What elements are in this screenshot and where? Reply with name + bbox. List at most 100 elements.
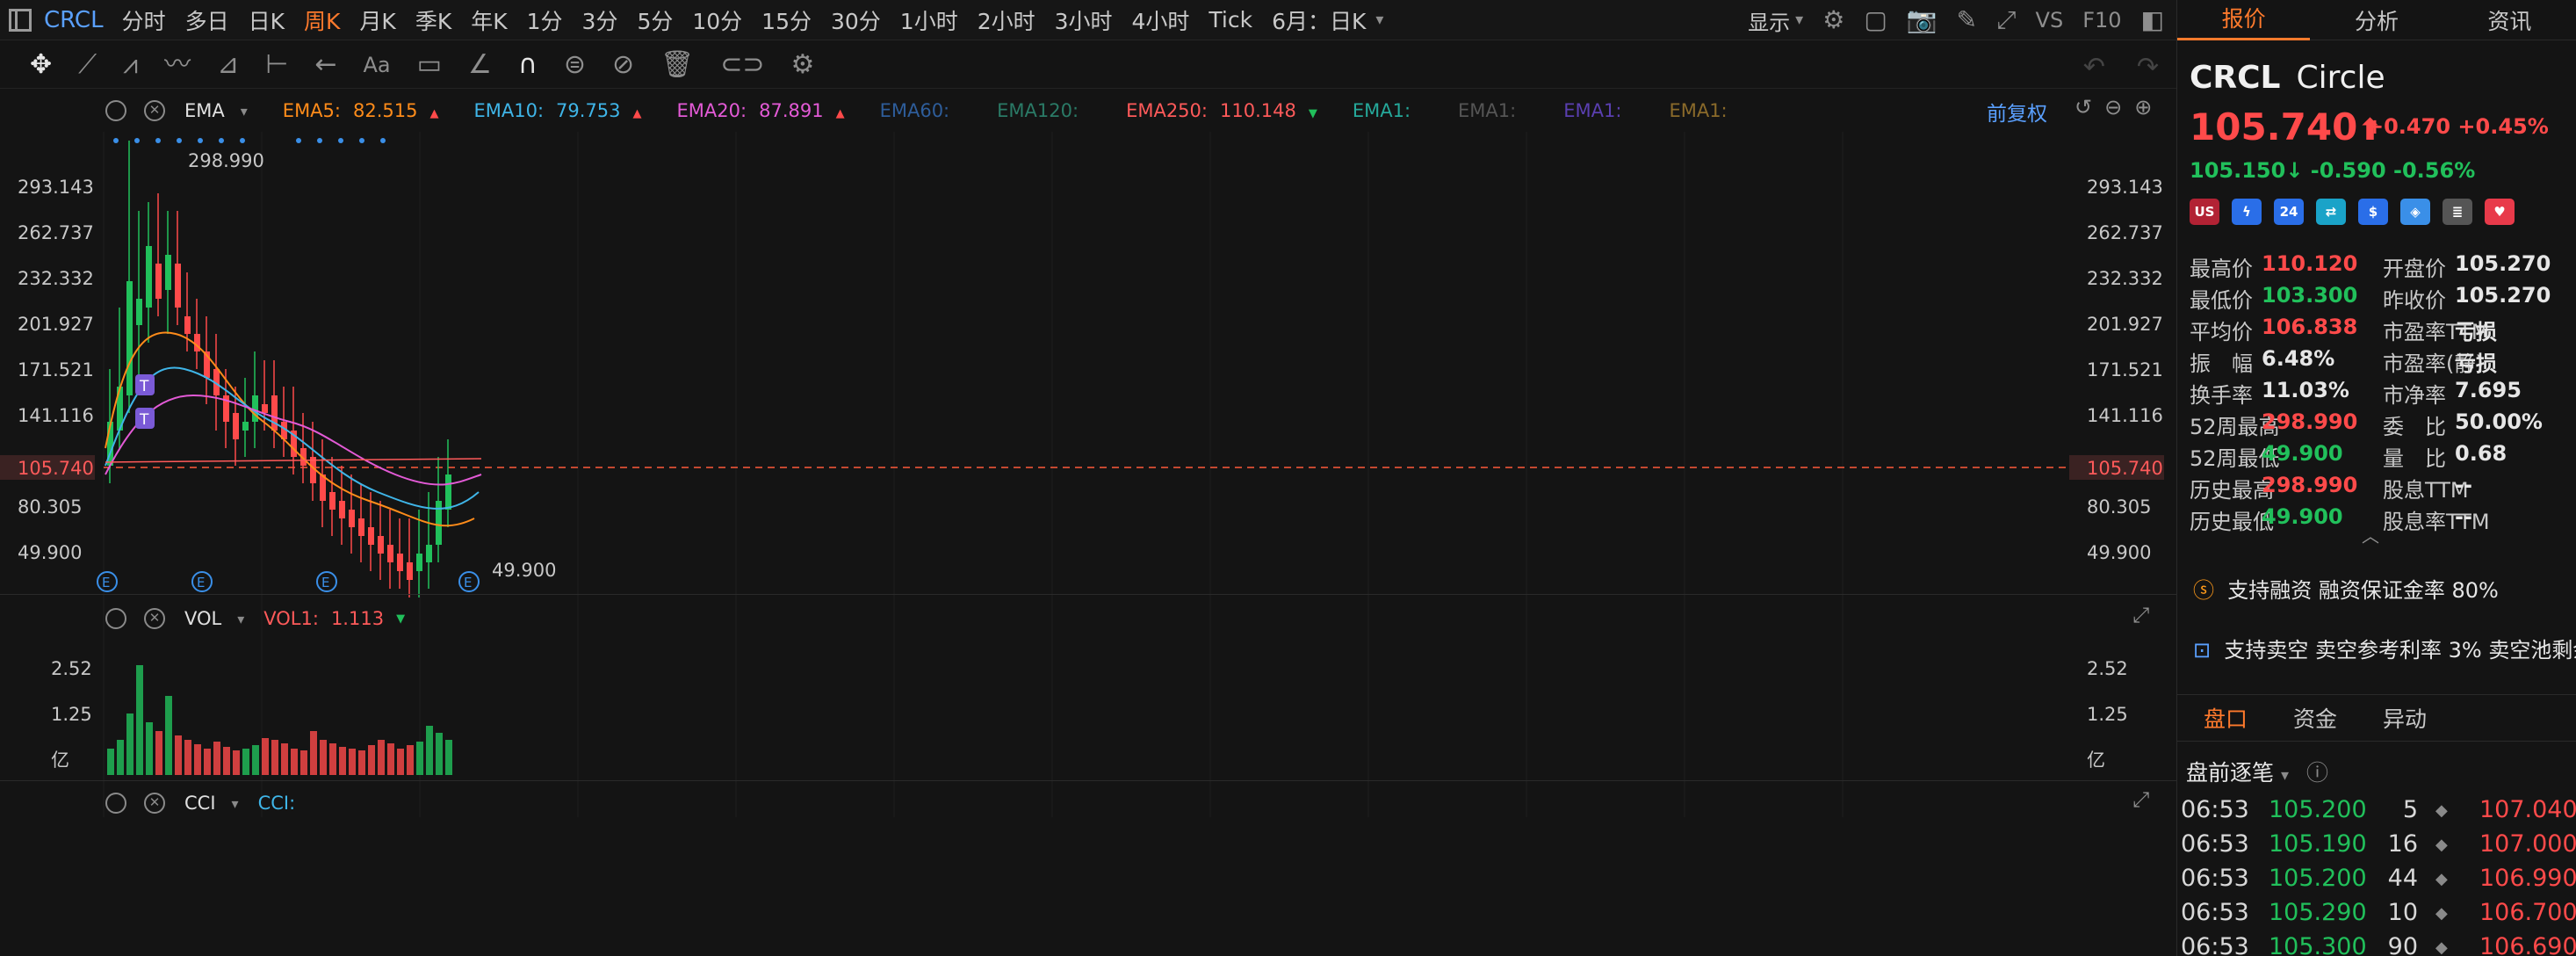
zoom-out-icon[interactable]: ⊖ bbox=[2104, 97, 2122, 118]
vs-compare-button[interactable]: VS bbox=[2036, 8, 2064, 33]
hide-icon[interactable]: ⊘ bbox=[612, 51, 634, 78]
period-5m[interactable]: 5分 bbox=[637, 4, 673, 36]
candlestick-chart[interactable]: 293.143 293.143 262.737 262.737 232.332 232.3… bbox=[0, 132, 2176, 817]
price-axis-label: 262.737 bbox=[2087, 222, 2163, 243]
layout-toggle-icon[interactable] bbox=[9, 8, 32, 32]
undo-icon[interactable]: ↶ bbox=[2083, 52, 2105, 83]
chevron-down-icon[interactable]: ▾ bbox=[237, 611, 244, 627]
expand-pane-icon[interactable]: ⤢ bbox=[2132, 789, 2149, 810]
24h-icon[interactable]: 24 bbox=[2274, 199, 2304, 225]
vol-settings-icon[interactable] bbox=[105, 608, 126, 629]
event-dot bbox=[317, 138, 322, 143]
f10-button[interactable]: F10 bbox=[2082, 8, 2121, 33]
info-icon[interactable]: ⓘ bbox=[2306, 760, 2328, 786]
volume-axis-label: 亿 bbox=[2087, 750, 2105, 771]
tab-analysis[interactable]: 分析 bbox=[2310, 4, 2443, 36]
period-1h[interactable]: 1小时 bbox=[900, 4, 958, 36]
period-30m[interactable]: 30分 bbox=[831, 4, 881, 36]
measure-tool-icon[interactable]: ⊢ bbox=[265, 51, 288, 78]
period-monthly[interactable]: 月K bbox=[359, 4, 395, 36]
indicator-close-icon[interactable]: ✕ bbox=[144, 100, 165, 121]
reset-icon[interactable]: ↺ bbox=[2075, 97, 2092, 118]
fullscreen-icon[interactable]: ⤢ bbox=[1996, 8, 2016, 33]
tab-funds[interactable]: 资金 bbox=[2293, 702, 2337, 734]
camera-icon[interactable]: 📷 bbox=[1907, 8, 1937, 33]
stat-label: 振 幅 bbox=[2190, 351, 2253, 376]
vol-close-icon[interactable]: ✕ bbox=[144, 608, 165, 629]
display-menu[interactable]: 显示 bbox=[1748, 5, 1790, 36]
ema-label: EMA120: bbox=[997, 100, 1079, 121]
indicator-name[interactable]: EMA bbox=[184, 100, 225, 121]
chevron-down-icon[interactable]: ▾ bbox=[1795, 12, 1803, 28]
chevron-down-icon[interactable]: ▾ bbox=[232, 795, 239, 812]
period-1m[interactable]: 1分 bbox=[527, 4, 563, 36]
indicator-settings-icon[interactable] bbox=[105, 100, 126, 121]
document-icon[interactable]: ≣ bbox=[2443, 199, 2472, 225]
comment-tool-icon[interactable]: ▭ bbox=[417, 51, 442, 78]
symbol-link[interactable]: CRCL bbox=[44, 7, 104, 33]
zoom-in-icon[interactable]: ⊕ bbox=[2134, 97, 2152, 118]
cci-indicator-name[interactable]: CCI bbox=[184, 793, 216, 814]
ruler-icon[interactable]: ∠ bbox=[468, 51, 492, 78]
chevron-down-icon[interactable]: ▾ bbox=[241, 103, 248, 120]
swap-icon[interactable]: ⇄ bbox=[2316, 199, 2346, 225]
sidebar-toggle-icon[interactable]: ◧ bbox=[2141, 8, 2164, 33]
fib-tool-icon[interactable]: ⊿ bbox=[217, 51, 239, 78]
period-range-select[interactable]: 6月：日K bbox=[1272, 4, 1366, 36]
link-icon[interactable]: ⊂⊃ bbox=[720, 51, 764, 78]
tab-quote[interactable]: 报价 bbox=[2177, 0, 2311, 40]
redo-icon[interactable]: ↷ bbox=[2137, 52, 2159, 83]
period-10m[interactable]: 10分 bbox=[692, 4, 742, 36]
text-tool-icon[interactable]: Aa bbox=[363, 54, 390, 76]
vol-indicator-name[interactable]: VOL bbox=[184, 608, 221, 629]
period-15m[interactable]: 15分 bbox=[761, 4, 812, 36]
period-weekly[interactable]: 周K bbox=[304, 4, 340, 36]
period-tick[interactable]: Tick bbox=[1209, 7, 1252, 33]
period-yearly[interactable]: 年K bbox=[471, 4, 507, 36]
period-3m[interactable]: 3分 bbox=[582, 4, 618, 36]
chevron-down-icon[interactable]: ▾ bbox=[1375, 11, 1383, 28]
period-4h[interactable]: 4小时 bbox=[1132, 4, 1190, 36]
lock-icon[interactable]: ⊜ bbox=[564, 51, 586, 78]
move-cross-icon[interactable]: ✥ bbox=[30, 51, 52, 78]
period-fenshi[interactable]: 分时 bbox=[122, 4, 166, 36]
wave-tool-icon[interactable]: 〰 bbox=[164, 51, 191, 78]
trash-icon[interactable]: 🗑 bbox=[660, 51, 694, 78]
premarket-ticks-select[interactable]: 盘前逐笔 ▾ ⓘ bbox=[2186, 756, 2328, 787]
event-dot bbox=[134, 138, 140, 143]
expand-pane-icon[interactable]: ⤢ bbox=[2132, 605, 2149, 626]
period-quarterly[interactable]: 季K bbox=[415, 4, 451, 36]
draw-settings-icon[interactable]: ⚙ bbox=[791, 51, 815, 78]
period-2h[interactable]: 2小时 bbox=[978, 4, 1035, 36]
tick-ask: 106.700 bbox=[2479, 899, 2576, 926]
period-multiday[interactable]: 多日 bbox=[185, 4, 229, 36]
volume-bar bbox=[223, 747, 230, 775]
line-tool-icon[interactable]: ⟋ bbox=[78, 51, 97, 78]
arrow-tool-icon[interactable]: ← bbox=[314, 51, 336, 78]
stat-row: 振 幅 6.48% 市盈率(静) 亏损 bbox=[2190, 346, 2576, 378]
pencil-icon[interactable]: ✎ bbox=[1957, 8, 1977, 33]
collapse-chevron-icon[interactable]: ︿ bbox=[2362, 527, 2379, 545]
cci-close-icon[interactable]: ✕ bbox=[144, 793, 165, 814]
lightning-icon[interactable]: ϟ bbox=[2232, 199, 2262, 225]
adjust-mode-button[interactable]: 前复权 bbox=[1987, 97, 2047, 127]
tick-ask: 106.690 bbox=[2479, 933, 2576, 956]
tab-news[interactable]: 资讯 bbox=[2443, 4, 2576, 36]
magnet-icon[interactable]: ∩ bbox=[518, 51, 538, 78]
settings-gear-icon[interactable]: ⚙ bbox=[1822, 8, 1844, 33]
tag-icon[interactable]: ◈ bbox=[2400, 199, 2430, 225]
tab-depth[interactable]: 盘口 bbox=[2204, 702, 2248, 734]
short-notice[interactable]: ⊡ 支持卖空 卖空参考利率 3% 卖空池剩余 bbox=[2193, 633, 2576, 663]
cci-settings-icon[interactable] bbox=[105, 793, 126, 814]
us-flag-icon[interactable]: US bbox=[2190, 199, 2219, 225]
period-daily[interactable]: 日K bbox=[249, 4, 285, 36]
price-axis-label: 80.305 bbox=[2087, 496, 2151, 518]
layout-box-icon[interactable]: ▢ bbox=[1864, 8, 1887, 33]
channel-tool-icon[interactable]: ⩘ bbox=[123, 51, 138, 78]
margin-notice[interactable]: ⓢ 支持融资 融资保证金率 80% bbox=[2193, 573, 2576, 604]
period-3h[interactable]: 3小时 bbox=[1055, 4, 1113, 36]
ema-label: EMA1: bbox=[1458, 100, 1517, 121]
tab-movement[interactable]: 异动 bbox=[2383, 702, 2427, 734]
dollar-icon[interactable]: $ bbox=[2358, 199, 2388, 225]
heart-icon[interactable]: ♥ bbox=[2485, 199, 2515, 225]
